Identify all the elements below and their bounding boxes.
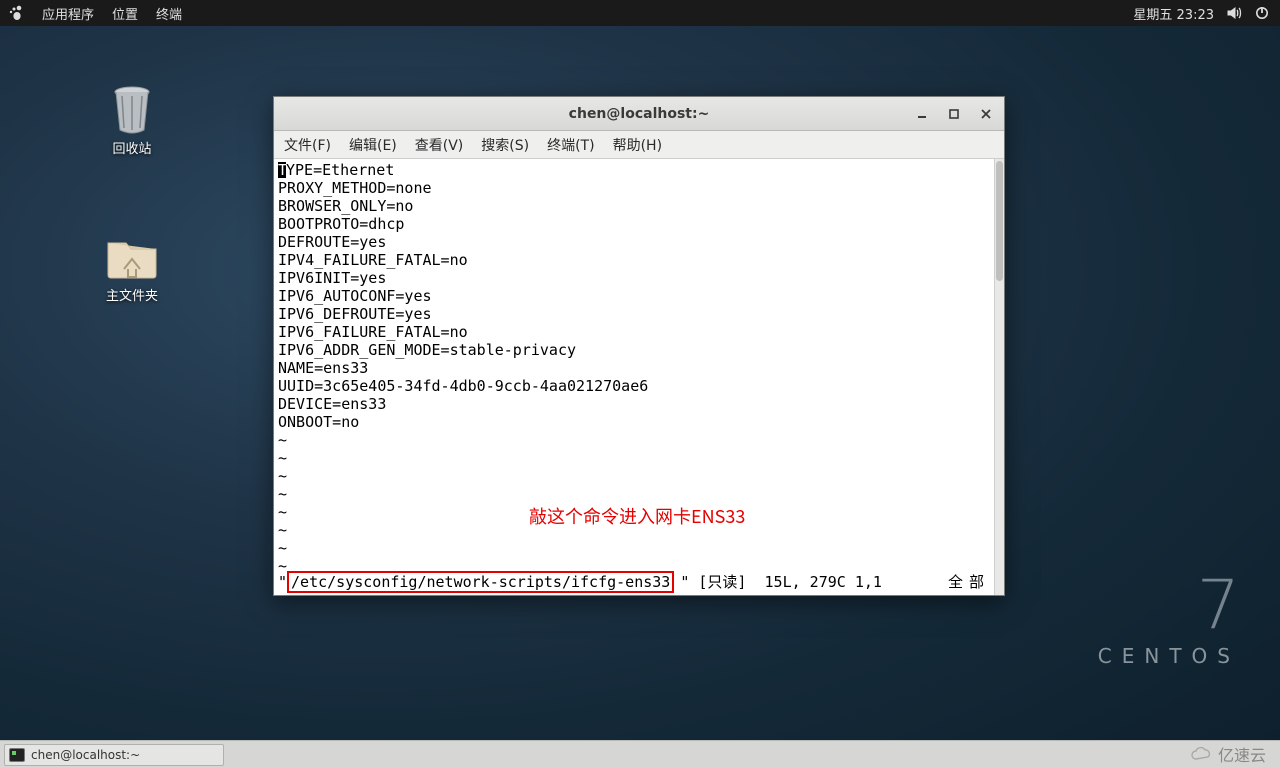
menu-edit[interactable]: 编辑(E) [349, 135, 397, 155]
cursor: T [278, 162, 286, 178]
line-13: DEVICE=ens33 [278, 395, 386, 413]
trash-label: 回收站 [82, 138, 182, 157]
volume-icon[interactable] [1226, 5, 1242, 21]
line-14: ONBOOT=no [278, 413, 359, 431]
centos-7-text: 7 [1098, 572, 1240, 640]
close-button[interactable] [972, 103, 1000, 125]
scrollbar-thumb[interactable] [996, 161, 1003, 281]
gnome-foot-icon [8, 5, 24, 21]
tilde: ~ [278, 539, 287, 557]
quote-r: " [680, 573, 689, 591]
folder-home-icon [102, 225, 162, 285]
maximize-button[interactable] [940, 103, 968, 125]
quote-l: " [278, 573, 287, 591]
desktop-root: 应用程序 位置 终端 星期五 23:23 回收站 [0, 0, 1280, 768]
menu-help[interactable]: 帮助(H) [613, 135, 662, 155]
top-panel: 应用程序 位置 终端 星期五 23:23 [0, 0, 1280, 26]
tilde: ~ [278, 521, 287, 539]
applications-menu[interactable]: 应用程序 [42, 4, 94, 23]
line-3: BOOTPROTO=dhcp [278, 215, 404, 233]
tilde: ~ [278, 503, 287, 521]
minimize-button[interactable] [908, 103, 936, 125]
line-9: IPV6_FAILURE_FATAL=no [278, 323, 468, 341]
vim-status-line: "/etc/sysconfig/network-scripts/ifcfg-en… [278, 571, 990, 593]
file-path-box: /etc/sysconfig/network-scripts/ifcfg-ens… [287, 571, 674, 593]
clock[interactable]: 星期五 23:23 [1133, 4, 1214, 23]
places-menu[interactable]: 位置 [112, 4, 138, 23]
menu-file[interactable]: 文件(F) [284, 135, 331, 155]
power-icon[interactable] [1254, 5, 1270, 21]
terminal-icon [9, 748, 25, 762]
line-1: PROXY_METHOD=none [278, 179, 432, 197]
trash-icon [102, 78, 162, 138]
line-5: IPV4_FAILURE_FATAL=no [278, 251, 468, 269]
window-title: chen@localhost:~ [274, 106, 1004, 122]
taskbar-label: chen@localhost:~ [31, 748, 140, 762]
menubar: 文件(F) 编辑(E) 查看(V) 搜索(S) 终端(T) 帮助(H) [274, 131, 1004, 159]
menu-search[interactable]: 搜索(S) [481, 135, 529, 155]
terminal-body[interactable]: TYPE=Ethernet PROXY_METHOD=none BROWSER_… [274, 159, 1004, 595]
terminal-scrollbar[interactable] [994, 159, 1004, 595]
home-label: 主文件夹 [82, 285, 182, 304]
centos-branding: 7 CENTOS [1098, 572, 1240, 668]
tilde: ~ [278, 449, 287, 467]
cloud-icon [1190, 746, 1214, 762]
tilde: ~ [278, 431, 287, 449]
terminal-menu[interactable]: 终端 [156, 4, 182, 23]
menu-terminal[interactable]: 终端(T) [547, 135, 594, 155]
status-right: 全部 [948, 573, 990, 591]
home-desktop-icon[interactable]: 主文件夹 [82, 225, 182, 304]
terminal-window: chen@localhost:~ 文件(F) 编辑(E) 查看(V) 搜索(S)… [273, 96, 1005, 596]
line-11: NAME=ens33 [278, 359, 368, 377]
watermark-text: 亿速云 [1218, 742, 1266, 766]
line-10: IPV6_ADDR_GEN_MODE=stable-privacy [278, 341, 576, 359]
status-readonly: [只读] 15L, 279C 1,1 [689, 573, 882, 591]
bottom-panel: chen@localhost:~ 亿速云 [0, 740, 1280, 768]
line-6: IPV6INIT=yes [278, 269, 386, 287]
line-2: BROWSER_ONLY=no [278, 197, 413, 215]
line-7: IPV6_AUTOCONF=yes [278, 287, 432, 305]
watermark: 亿速云 [1190, 742, 1266, 766]
tilde: ~ [278, 485, 287, 503]
tilde: ~ [278, 467, 287, 485]
titlebar[interactable]: chen@localhost:~ [274, 97, 1004, 131]
line-12: UUID=3c65e405-34fd-4db0-9ccb-4aa021270ae… [278, 377, 648, 395]
centos-word: CENTOS [1098, 644, 1240, 668]
annotation-text: 敲这个命令进入网卡ENS33 [529, 507, 745, 525]
taskbar-item-terminal[interactable]: chen@localhost:~ [4, 744, 224, 766]
line-8: IPV6_DEFROUTE=yes [278, 305, 432, 323]
menu-view[interactable]: 查看(V) [415, 135, 464, 155]
line-4: DEFROUTE=yes [278, 233, 386, 251]
line-0-rest: YPE=Ethernet [286, 161, 394, 179]
trash-desktop-icon[interactable]: 回收站 [82, 78, 182, 157]
